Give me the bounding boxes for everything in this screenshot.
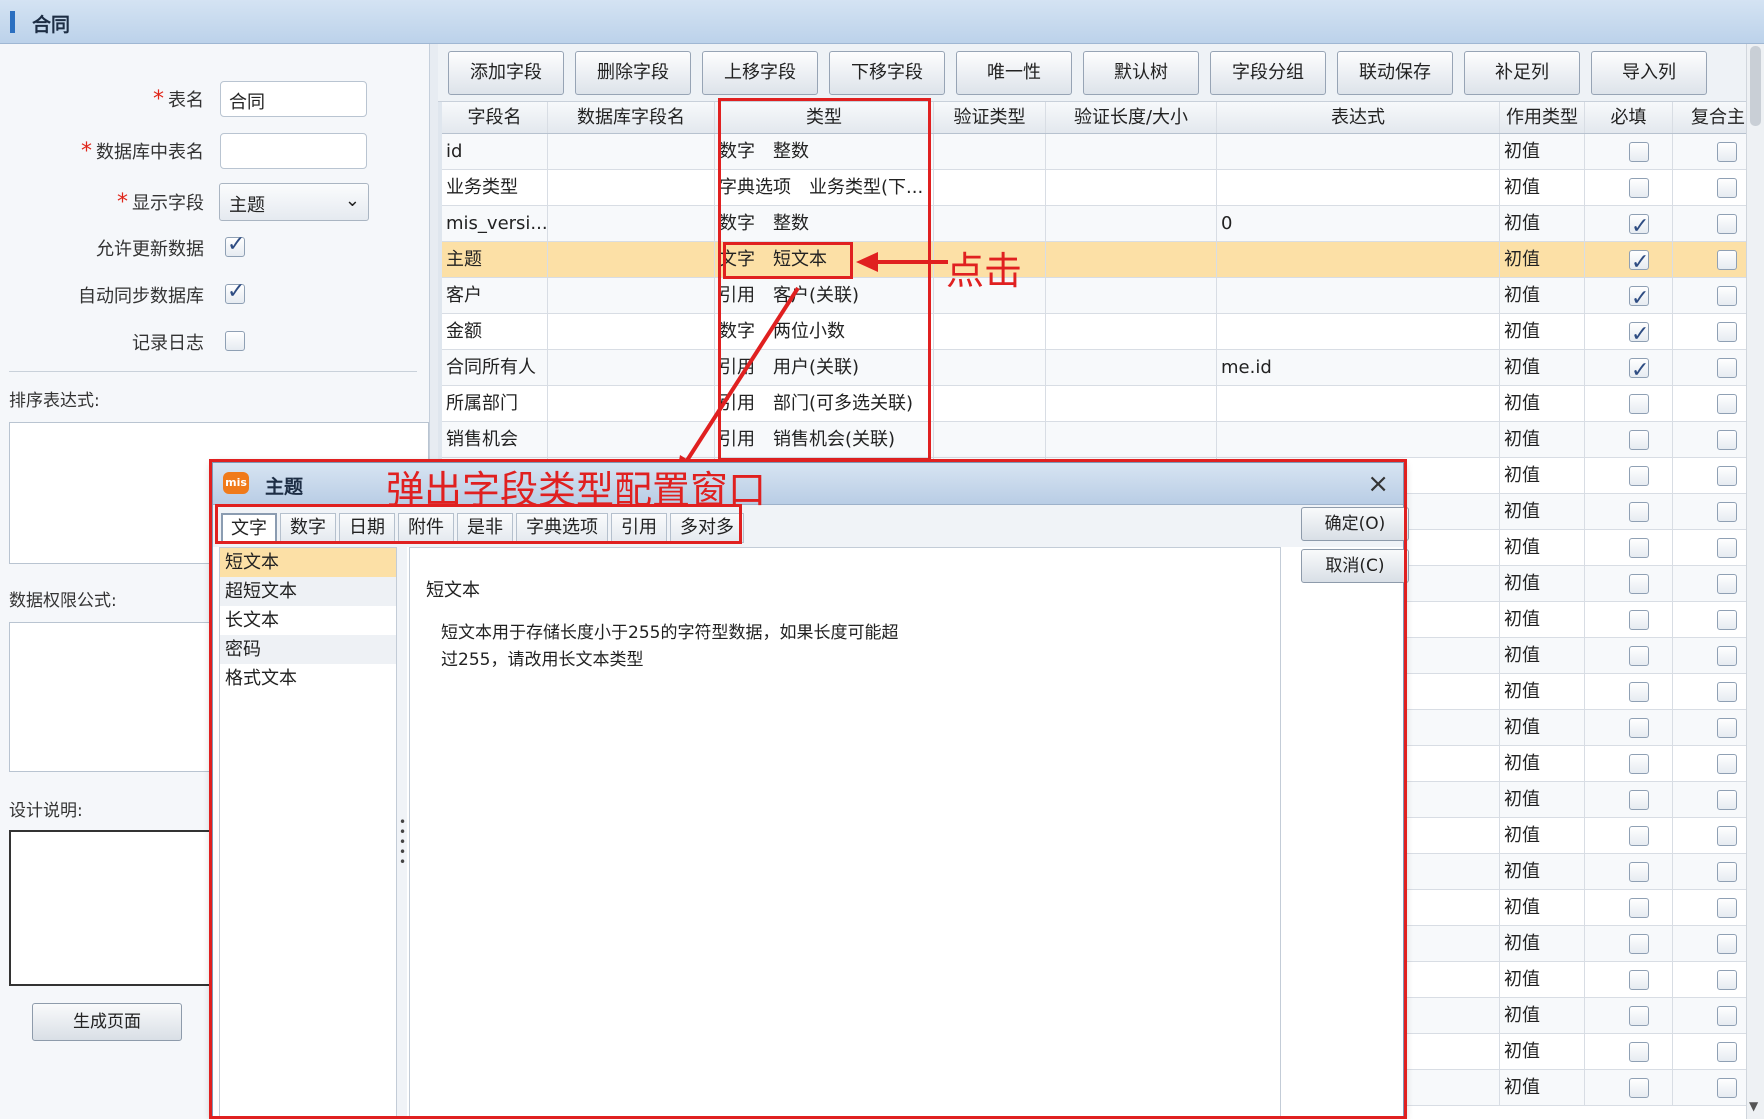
click-annotation: 点击	[946, 249, 1023, 293]
click-arrow-head	[856, 252, 878, 272]
popup-annotation: 弹出字段类型配置窗口	[386, 468, 767, 512]
cancel-button[interactable]: 取消(C)	[1301, 549, 1409, 583]
type-description-panel: 短文本 短文本用于存储长度小于255的字符型数据，如果长度可能超过255，请改用…	[409, 547, 1281, 1117]
type-item-short-text[interactable]: 短文本	[220, 548, 396, 577]
field-type-dialog: mis 主题 × 文字 数字 日期 附件 是非 字典选项 引用 多对多 短文本 …	[212, 462, 1409, 1119]
type-description: 短文本用于存储长度小于255的字符型数据，如果长度可能超过255，请改用长文本类…	[441, 623, 899, 670]
ok-button[interactable]: 确定(O)	[1301, 507, 1409, 541]
tab-reference[interactable]: 引用	[611, 513, 667, 543]
close-icon[interactable]: ×	[1367, 469, 1389, 499]
dialog-splitter[interactable]: • • • • •	[397, 547, 407, 1117]
tab-many-to-many[interactable]: 多对多	[670, 513, 744, 543]
type-item-password[interactable]: 密码	[220, 635, 396, 664]
type-item-very-short-text[interactable]: 超短文本	[220, 577, 396, 606]
tab-date[interactable]: 日期	[339, 513, 395, 543]
popup-arrow-line	[684, 286, 800, 464]
type-list: 短文本 超短文本 长文本 密码 格式文本	[219, 547, 397, 1117]
tab-number[interactable]: 数字	[280, 513, 336, 543]
tab-dictionary[interactable]: 字典选项	[516, 513, 608, 543]
app-logo-icon: mis	[223, 472, 249, 494]
tab-boolean[interactable]: 是非	[457, 513, 513, 543]
type-item-rich-text[interactable]: 格式文本	[220, 664, 396, 693]
type-item-long-text[interactable]: 长文本	[220, 606, 396, 635]
dialog-title: 主题	[265, 476, 304, 498]
tab-text[interactable]: 文字	[221, 513, 277, 543]
splitter-grip-icon: • • • • •	[399, 815, 407, 869]
tab-attachment[interactable]: 附件	[398, 513, 454, 543]
type-heading: 短文本	[426, 580, 480, 601]
